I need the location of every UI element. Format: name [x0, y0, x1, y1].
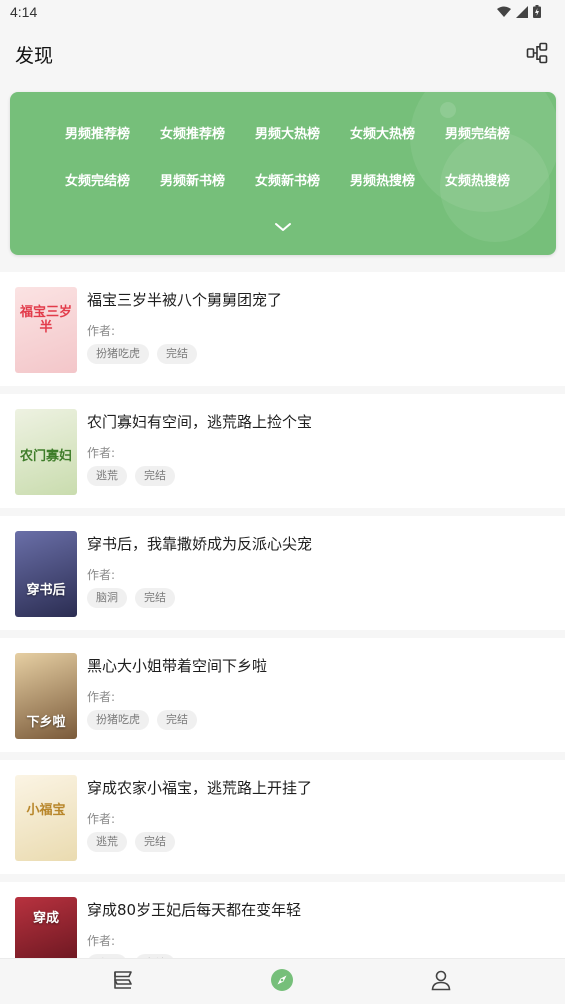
- book-tags: 扮猪吃虎 完结: [87, 710, 197, 730]
- rank-female-recommend[interactable]: 女频推荐榜: [145, 124, 240, 146]
- book-cover: 下乡啦: [15, 653, 77, 739]
- decor-dot: [440, 102, 456, 118]
- book-tag: 逃荒: [87, 466, 127, 486]
- book-title: 农门寡妇有空间，逃荒路上捡个宝: [87, 413, 313, 431]
- book-item[interactable]: 农门寡妇 农门寡妇有空间，逃荒路上捡个宝 作者: 逃荒 完结: [0, 394, 565, 508]
- wifi-icon: [497, 6, 511, 17]
- book-cover: 小福宝: [15, 775, 77, 861]
- signal-icon: [516, 5, 528, 18]
- book-item[interactable]: 穿书后 穿书后，我靠撒娇成为反派心尖宠 作者: 脑洞 完结: [0, 516, 565, 630]
- rank-female-search[interactable]: 女频热搜榜: [430, 171, 525, 193]
- book-tag: 完结: [135, 466, 175, 486]
- bottom-nav: [0, 958, 565, 1004]
- book-tags: 逃荒 完结: [87, 466, 175, 486]
- book-title: 穿成农家小福宝，逃荒路上开挂了: [87, 779, 313, 797]
- book-author: 作者:: [87, 690, 116, 704]
- book-author: 作者:: [87, 324, 116, 338]
- profile-icon[interactable]: [429, 968, 453, 992]
- rank-male-search[interactable]: 男频热搜榜: [335, 171, 430, 193]
- book-tag: 完结: [157, 710, 197, 730]
- book-tag: 完结: [135, 588, 175, 608]
- discover-compass-icon[interactable]: [270, 968, 294, 992]
- status-time: 4:14: [10, 4, 38, 20]
- bookshelf-icon[interactable]: [111, 968, 135, 992]
- book-item[interactable]: 穿成 穿成80岁王妃后每天都在变年轻 作者: 脑洞 完结: [0, 882, 565, 958]
- book-list: 福宝三岁半 福宝三岁半被八个舅舅团宠了 作者: 扮猪吃虎 完结 农门寡妇 农门寡…: [0, 264, 565, 958]
- book-tag: 完结: [135, 832, 175, 852]
- scan-share-icon[interactable]: [526, 42, 548, 64]
- status-bar: 4:14: [0, 0, 565, 24]
- page-title: 发现: [15, 45, 54, 67]
- book-tag: 完结: [157, 344, 197, 364]
- book-tag: 逃荒: [87, 832, 127, 852]
- book-author: 作者:: [87, 446, 116, 460]
- book-cover: 穿书后: [15, 531, 77, 617]
- cover-title: 穿成: [32, 911, 59, 926]
- book-tag: 扮猪吃虎: [87, 344, 149, 364]
- book-cover: 农门寡妇: [15, 409, 77, 495]
- book-author: 作者:: [87, 934, 116, 948]
- rank-female-finished[interactable]: 女频完结榜: [50, 171, 145, 193]
- rank-male-recommend[interactable]: 男频推荐榜: [50, 124, 145, 146]
- book-tags: 扮猪吃虎 完结: [87, 344, 197, 364]
- book-author: 作者:: [87, 568, 116, 582]
- chevron-down-icon[interactable]: [273, 220, 293, 234]
- book-title: 穿成80岁王妃后每天都在变年轻: [87, 901, 302, 919]
- book-tag: 脑洞: [87, 588, 127, 608]
- book-tags: 脑洞 完结: [87, 588, 175, 608]
- book-item[interactable]: 下乡啦 黑心大小姐带着空间下乡啦 作者: 扮猪吃虎 完结: [0, 638, 565, 752]
- book-title: 黑心大小姐带着空间下乡啦: [87, 657, 268, 675]
- rank-female-new[interactable]: 女频新书榜: [240, 171, 335, 193]
- cover-title: 农门寡妇: [19, 449, 72, 464]
- app-header: 发现: [0, 24, 565, 86]
- book-tags: 逃荒 完结: [87, 832, 175, 852]
- book-tag: 扮猪吃虎: [87, 710, 149, 730]
- battery-icon: [533, 5, 541, 18]
- book-title: 穿书后，我靠撒娇成为反派心尖宠: [87, 535, 313, 553]
- ranking-panel: 男频推荐榜 女频推荐榜 男频大热榜 女频大热榜 男频完结榜 女频完结榜 男频新书…: [10, 92, 556, 255]
- rank-male-finished[interactable]: 男频完结榜: [430, 124, 525, 146]
- cover-title: 小福宝: [26, 803, 66, 818]
- book-author: 作者:: [87, 812, 116, 826]
- book-cover: 福宝三岁半: [15, 287, 77, 373]
- book-item[interactable]: 小福宝 穿成农家小福宝，逃荒路上开挂了 作者: 逃荒 完结: [0, 760, 565, 874]
- rank-male-new[interactable]: 男频新书榜: [145, 171, 240, 193]
- cover-title: 下乡啦: [26, 715, 66, 730]
- rank-male-hot[interactable]: 男频大热榜: [240, 124, 335, 146]
- book-title: 福宝三岁半被八个舅舅团宠了: [87, 291, 283, 309]
- ranking-grid: 男频推荐榜 女频推荐榜 男频大热榜 女频大热榜 男频完结榜 女频完结榜 男频新书…: [50, 124, 540, 193]
- cover-title: 福宝三岁半: [19, 305, 72, 335]
- book-item[interactable]: 福宝三岁半 福宝三岁半被八个舅舅团宠了 作者: 扮猪吃虎 完结: [0, 272, 565, 386]
- book-cover: 穿成: [15, 897, 77, 958]
- rank-female-hot[interactable]: 女频大热榜: [335, 124, 430, 146]
- status-icons: [497, 5, 541, 18]
- cover-title: 穿书后: [26, 583, 66, 598]
